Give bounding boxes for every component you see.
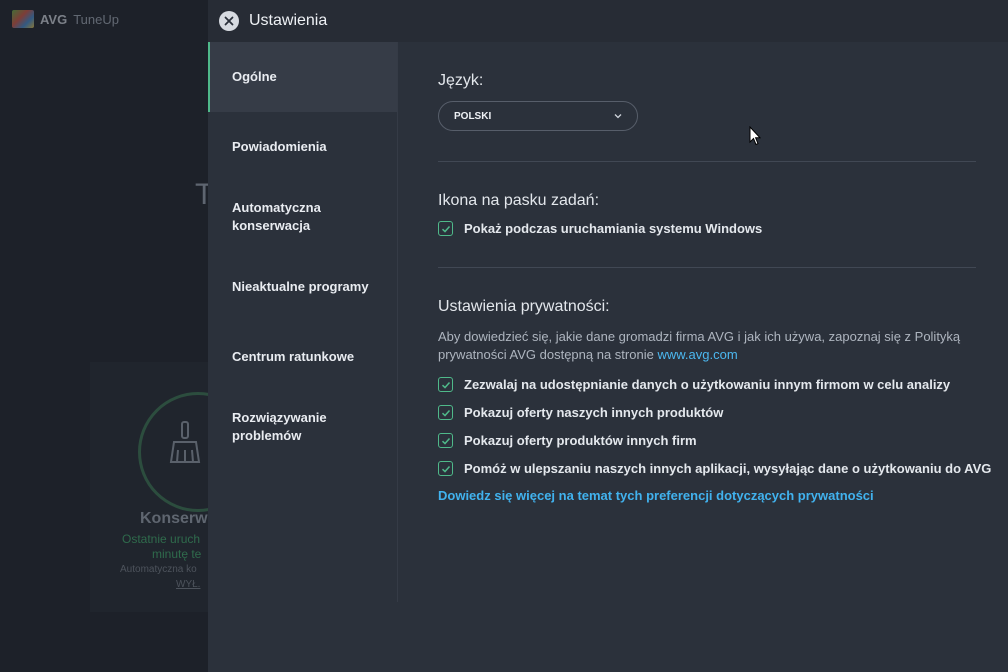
privacy-option-improve-apps[interactable]: Pomóż w ulepszaniu naszych innych aplika… xyxy=(438,461,991,476)
checkmark-icon xyxy=(441,381,450,389)
background-card-line2: minutę te xyxy=(152,547,202,561)
background-card-line3: Automatyczna ko xyxy=(120,564,197,575)
close-button[interactable] xyxy=(219,11,239,31)
language-heading: Język: xyxy=(438,72,484,89)
section-divider xyxy=(438,267,976,268)
sidebar-item-general[interactable]: Ogólne xyxy=(208,42,397,112)
language-select[interactable]: POLSKI xyxy=(438,101,638,131)
sidebar-item-label: Ogólne xyxy=(232,69,277,84)
sidebar-item-outdated-programs[interactable]: Nieaktualne programy xyxy=(208,252,397,322)
checkbox-label: Pomóż w ulepszaniu naszych innych aplika… xyxy=(464,461,992,476)
privacy-description: Aby dowiedzieć się, jakie dane gromadzi … xyxy=(438,328,978,364)
sidebar-item-label: Centrum ratunkowe xyxy=(232,349,355,364)
sidebar-item-rescue-center[interactable]: Centrum ratunkowe xyxy=(208,322,397,392)
close-icon xyxy=(224,16,234,26)
checkbox[interactable] xyxy=(438,461,453,476)
section-divider xyxy=(438,161,976,162)
checkbox[interactable] xyxy=(438,377,453,392)
privacy-option-own-offers[interactable]: Pokazuj oferty naszych innych produktów xyxy=(438,405,723,420)
avg-website-link[interactable]: www.avg.com xyxy=(657,347,737,362)
checkbox-label: Zezwalaj na udostępnianie danych o użytk… xyxy=(464,377,951,392)
brand-avg: AVG xyxy=(40,11,68,27)
sidebar-item-label: Nieaktualne programy xyxy=(232,279,369,294)
mouse-cursor-icon xyxy=(749,126,761,146)
privacy-option-share-data[interactable]: Zezwalaj na udostępnianie danych o użytk… xyxy=(438,377,950,392)
settings-sidebar: Ogólne Powiadomienia Automatyczna konser… xyxy=(208,42,398,602)
avg-logo: AVG TuneUp xyxy=(12,10,119,28)
sidebar-item-automatic-maintenance[interactable]: Automatyczna konserwacja xyxy=(208,182,397,252)
checkmark-icon xyxy=(441,409,450,417)
checkbox-label: Pokaż podczas uruchamiania systemu Windo… xyxy=(464,221,763,236)
checkbox[interactable] xyxy=(438,221,453,236)
settings-dialog: Ustawienia Ogólne Powiadomienia Automaty… xyxy=(208,0,1008,672)
checkmark-icon xyxy=(441,465,450,473)
checkmark-icon xyxy=(441,437,450,445)
background-card-title: Konserwa xyxy=(140,510,217,527)
dialog-titlebar: Ustawienia xyxy=(208,0,1008,42)
brand-tuneup: TuneUp xyxy=(73,11,119,27)
privacy-heading: Ustawienia prywatności: xyxy=(438,298,610,315)
chevron-down-icon xyxy=(614,114,622,119)
sidebar-item-label: Powiadomienia xyxy=(232,139,327,154)
taskbar-show-checkbox[interactable]: Pokaż podczas uruchamiania systemu Windo… xyxy=(438,221,762,236)
checkbox[interactable] xyxy=(438,433,453,448)
background-card-line1: Ostatnie uruch xyxy=(122,532,201,546)
checkbox[interactable] xyxy=(438,405,453,420)
taskbar-heading: Ikona na pasku zadań: xyxy=(438,192,600,209)
privacy-learn-more-link[interactable]: Dowiedz się więcej na temat tych prefere… xyxy=(438,488,874,503)
avg-logo-mark-icon xyxy=(12,10,34,28)
language-select-value: POLSKI xyxy=(454,110,492,122)
sidebar-item-troubleshooting[interactable]: Rozwiązywanie problemów xyxy=(208,392,397,462)
checkbox-label: Pokazuj oferty produktów innych firm xyxy=(464,433,697,448)
privacy-option-third-party-offers[interactable]: Pokazuj oferty produktów innych firm xyxy=(438,433,697,448)
checkbox-label: Pokazuj oferty naszych innych produktów xyxy=(464,405,724,420)
brush-icon xyxy=(169,421,201,463)
background-card-toggle: WYŁ. xyxy=(176,579,201,590)
sidebar-item-label: Automatyczna konserwacja xyxy=(232,200,321,233)
checkmark-icon xyxy=(441,225,450,233)
dialog-title: Ustawienia xyxy=(249,12,328,29)
sidebar-item-label: Rozwiązywanie problemów xyxy=(232,410,327,443)
sidebar-item-notifications[interactable]: Powiadomienia xyxy=(208,112,397,182)
